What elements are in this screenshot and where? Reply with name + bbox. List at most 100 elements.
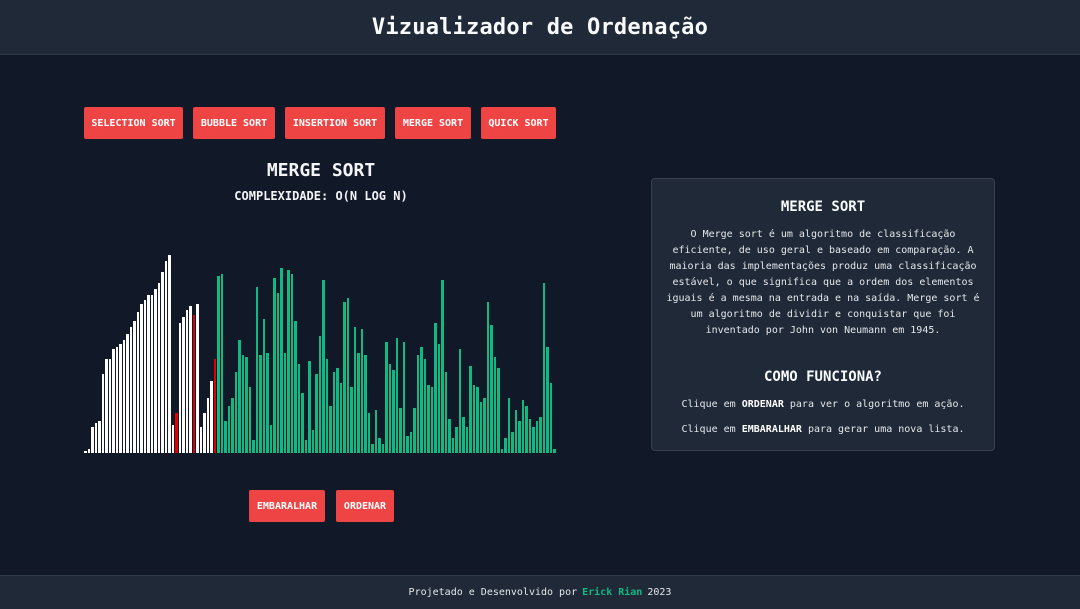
array-bar [185,310,189,453]
array-bar [483,397,486,453]
array-bar [136,312,140,453]
array-bar [416,355,420,453]
array-bar [178,323,182,453]
array-bar [182,316,185,453]
array-bar [413,408,416,453]
insertion-sort-button[interactable]: INSERTION SORT [285,107,385,139]
array-bar [462,416,465,453]
array-bar [406,435,409,453]
instruction-shuffle: Clique em EMBARALHAR para gerar uma nova… [681,424,965,435]
array-bar [518,421,521,453]
array-bar [430,386,434,453]
array-bar [469,365,472,453]
footer-year: 2023 [647,587,672,598]
array-bar [490,325,493,453]
array-bar [245,357,248,453]
array-bar [476,386,479,453]
array-bar [196,303,199,453]
array-bar [528,418,532,453]
array-bar [101,374,105,453]
array-bar [381,444,385,453]
array-bar [329,406,332,453]
quick-sort-button[interactable]: QUICK SORT [481,107,556,139]
selection-sort-button[interactable]: SELECTION SORT [84,107,183,139]
sort-button[interactable]: ORDENAR [336,490,394,522]
array-bar [217,276,220,453]
array-bar [511,431,514,453]
array-bar [161,271,164,453]
array-bar [486,301,490,453]
sort-keyword: ORDENAR [741,399,784,410]
bars-visualizer [84,240,558,453]
array-bar [479,401,483,453]
bubble-sort-button[interactable]: BUBBLE SORT [193,107,275,139]
array-bar [374,410,378,453]
array-bar [539,416,542,453]
array-bar [472,384,476,453]
array-bar [91,427,94,453]
algorithm-complexity: COMPLEXIDADE: O(N LOG N) [234,189,408,203]
array-bar [122,340,126,453]
array-bar [378,438,381,453]
array-bar [532,427,535,453]
array-bar [234,372,238,453]
array-bar [283,352,287,453]
array-bar [360,329,364,453]
array-bar [150,295,154,453]
instruction-sort: Clique em ORDENAR para ver o algoritmo e… [681,399,965,410]
array-bar [87,448,91,453]
array-bar [364,355,367,453]
array-bar [280,267,283,453]
merge-sort-button[interactable]: MERGE SORT [395,107,471,139]
array-bar [252,440,255,453]
array-bar [514,410,518,453]
array-bar [311,429,315,453]
array-bar [458,348,462,453]
array-bar [213,359,217,453]
array-bar [500,448,504,453]
array-bar [224,421,227,453]
array-bar [210,380,213,453]
array-bar [423,359,427,453]
array-bar [115,346,119,453]
array-bar [140,303,143,453]
array-bar [231,397,234,453]
array-bar [535,421,539,453]
array-bar [427,384,430,453]
array-bar [549,382,553,453]
array-bar [119,344,122,453]
array-bar [507,397,511,453]
array-bar [437,344,441,453]
array-bar [385,342,388,453]
array-bar [238,340,241,453]
array-bar [308,361,311,453]
array-bar [227,406,231,453]
array-bar [164,261,168,453]
array-bar [521,399,525,453]
array-bar [395,337,399,453]
array-bar [318,335,322,453]
array-bar [154,289,157,453]
array-bar [346,297,350,453]
array-bar [350,386,353,453]
array-bar [262,318,266,453]
array-bar [199,427,203,453]
algorithm-selector: SELECTION SORT BUBBLE SORT INSERTION SOR… [84,107,556,139]
array-bar [206,397,210,453]
array-bar [94,423,98,453]
footer-credit: Projetado e Desenvolvido por [408,587,578,598]
array-bar [420,346,423,453]
array-bar [297,363,301,453]
array-bar [339,382,343,453]
array-bar [357,352,360,453]
array-bar [105,359,108,453]
array-bar [343,301,346,453]
array-bar [273,278,276,453]
array-bar [143,299,147,453]
array-bar [455,427,458,453]
info-description: O Merge sort é um algoritmo de classific… [666,229,980,336]
array-bar [287,269,290,453]
footer-author-link[interactable]: Erick Rian [582,587,642,598]
array-bar [276,293,280,453]
shuffle-button[interactable]: EMBARALHAR [249,490,325,522]
